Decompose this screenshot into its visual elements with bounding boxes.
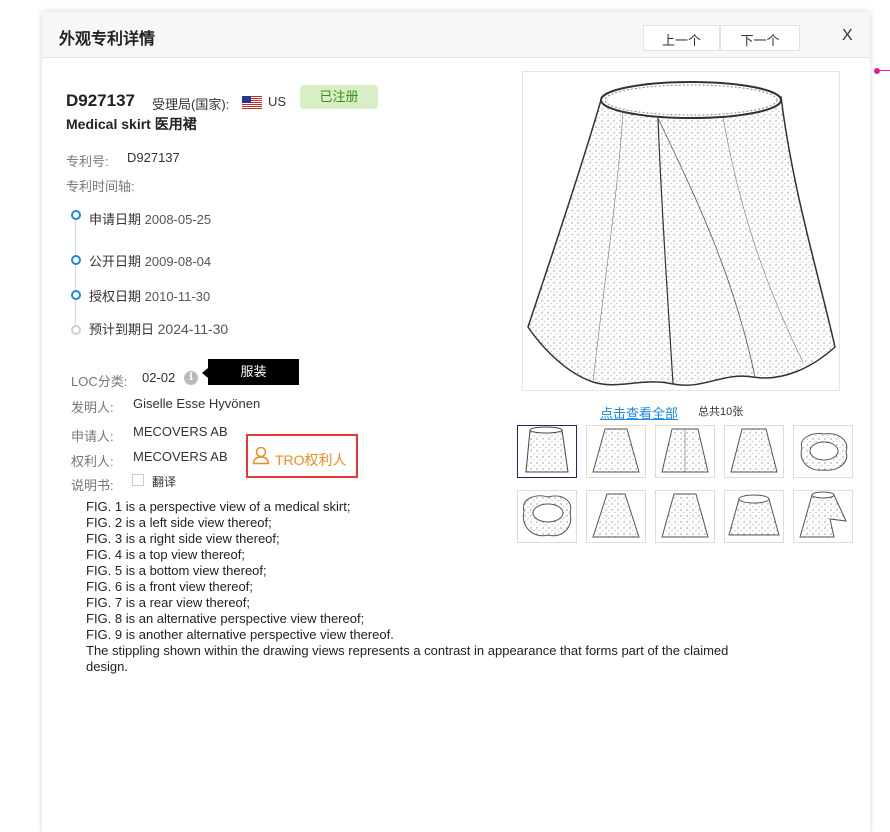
patent-id: D927137: [66, 91, 136, 110]
timeline-item-label: 申请日期: [89, 212, 142, 227]
thumbnail[interactable]: [724, 490, 784, 543]
status-badge: 已注册: [300, 85, 378, 109]
modal-title: 外观专利详情: [59, 31, 156, 48]
patent-no-label: 专利号:: [66, 154, 109, 169]
patent-detail-modal: 外观专利详情 上一个 下一个 X D927137 受理局(国家): US 已注册…: [42, 12, 870, 832]
loc-label: LOC分类:: [71, 374, 128, 389]
description-line: FIG. 4 is a top view thereof;: [86, 547, 245, 562]
description-line: FIG. 2 is a left side view thereof;: [86, 515, 272, 530]
skirt-thumb-icon: [522, 495, 572, 537]
country-code: US: [268, 94, 287, 109]
description-line: FIG. 7 is a rear view thereof;: [86, 595, 251, 610]
description-line: The stippling shown within the drawing v…: [86, 643, 729, 674]
thumbnail[interactable]: [724, 425, 784, 478]
skirt-thumb-icon: [730, 428, 778, 473]
applicant-label: 申请人:: [71, 429, 114, 444]
timeline-item-apply: 申请日期 2008-05-25: [89, 209, 211, 228]
timeline-label: 专利时间轴:: [66, 179, 135, 194]
skirt-thumb-icon: [800, 433, 848, 471]
thumbnail[interactable]: [517, 425, 577, 478]
thumbnail[interactable]: [793, 425, 853, 478]
description-line: FIG. 3 is a right side view thereof;: [86, 531, 280, 546]
thumbnail[interactable]: [517, 490, 577, 543]
timeline-item-label: 公开日期: [89, 254, 142, 269]
description-line: FIG. 8 is an alternative perspective vie…: [86, 611, 365, 626]
skirt-thumb-icon: [728, 494, 780, 536]
skirt-drawing: [527, 81, 836, 386]
skirt-thumb-icon: [661, 428, 709, 473]
thumbnail[interactable]: [793, 490, 853, 543]
thumbnail[interactable]: [586, 425, 646, 478]
description-line: FIG. 1 is a perspective view of a medica…: [86, 499, 351, 514]
skirt-thumb-icon: [592, 428, 640, 473]
timeline-dot: [71, 210, 81, 220]
loc-tooltip: 服装: [208, 359, 299, 385]
patent-no-value: D927137: [127, 150, 180, 165]
view-all-link[interactable]: 点击查看全部: [600, 403, 678, 422]
timeline-item-date: 2009-08-04: [144, 254, 212, 269]
thumbnail[interactable]: [586, 490, 646, 543]
timeline-item-label: 授权日期: [89, 289, 142, 304]
skirt-thumb-icon: [525, 426, 569, 473]
timeline-item-label: 预计到期日: [89, 322, 155, 337]
timeline-dot: [71, 290, 81, 300]
close-button[interactable]: X: [842, 27, 853, 45]
main-patent-image[interactable]: [522, 71, 840, 391]
modal-header: 外观专利详情 上一个 下一个 X: [42, 12, 870, 58]
loc-value: 02-02: [142, 370, 176, 385]
description-line: FIG. 9 is another alternative perspectiv…: [86, 627, 394, 642]
timeline-item-expiry: 预计到期日 2024-11-30: [89, 319, 228, 338]
inventor-label: 发明人:: [71, 400, 114, 415]
inventor-value: Giselle Esse Hyvönen: [133, 396, 261, 411]
patent-title: Medical skirt 医用裙: [66, 116, 197, 132]
skirt-thumb-icon: [592, 493, 640, 538]
timeline-item-publish: 公开日期 2009-08-04: [89, 251, 211, 270]
description-line: FIG. 6 is a front view thereof;: [86, 579, 253, 594]
thumbnail[interactable]: [655, 425, 715, 478]
owner-label: 权利人:: [71, 454, 114, 469]
timeline-dot: [71, 255, 81, 265]
next-button[interactable]: 下一个: [720, 25, 800, 51]
applicant-value: MECOVERS AB: [133, 424, 228, 439]
timeline-item-date: 2010-11-30: [144, 289, 211, 304]
description-line: FIG. 5 is a bottom view thereof;: [86, 563, 267, 578]
office-label: 受理局(国家):: [152, 97, 230, 112]
tro-owner-label: TRO权利人: [275, 452, 347, 468]
timeline-dot: [71, 325, 81, 335]
description-text: FIG. 1 is a perspective view of a medica…: [86, 499, 746, 675]
translate-checkbox[interactable]: [132, 474, 144, 486]
prev-button[interactable]: 上一个: [643, 25, 720, 51]
tro-owner-button[interactable]: TRO权利人: [246, 434, 358, 478]
owner-value: MECOVERS AB: [133, 449, 228, 464]
image-count: 总共10张: [698, 406, 744, 418]
info-icon[interactable]: i: [184, 371, 198, 385]
timeline-item-date: 2008-05-25: [144, 212, 212, 227]
timeline-line: [75, 218, 76, 330]
translate-label: 翻译: [152, 475, 177, 489]
skirt-thumb-icon: [799, 491, 847, 538]
timeline-item-date: 2024-11-30: [157, 321, 229, 337]
us-flag-icon: [242, 96, 262, 109]
thumbnail[interactable]: [655, 490, 715, 543]
side-marker-dot: [874, 68, 880, 74]
timeline-item-grant: 授权日期 2010-11-30: [89, 286, 210, 305]
side-marker-line: [880, 70, 890, 71]
skirt-thumb-icon: [661, 493, 709, 538]
user-icon: [252, 446, 270, 465]
spec-label: 说明书:: [71, 478, 114, 493]
